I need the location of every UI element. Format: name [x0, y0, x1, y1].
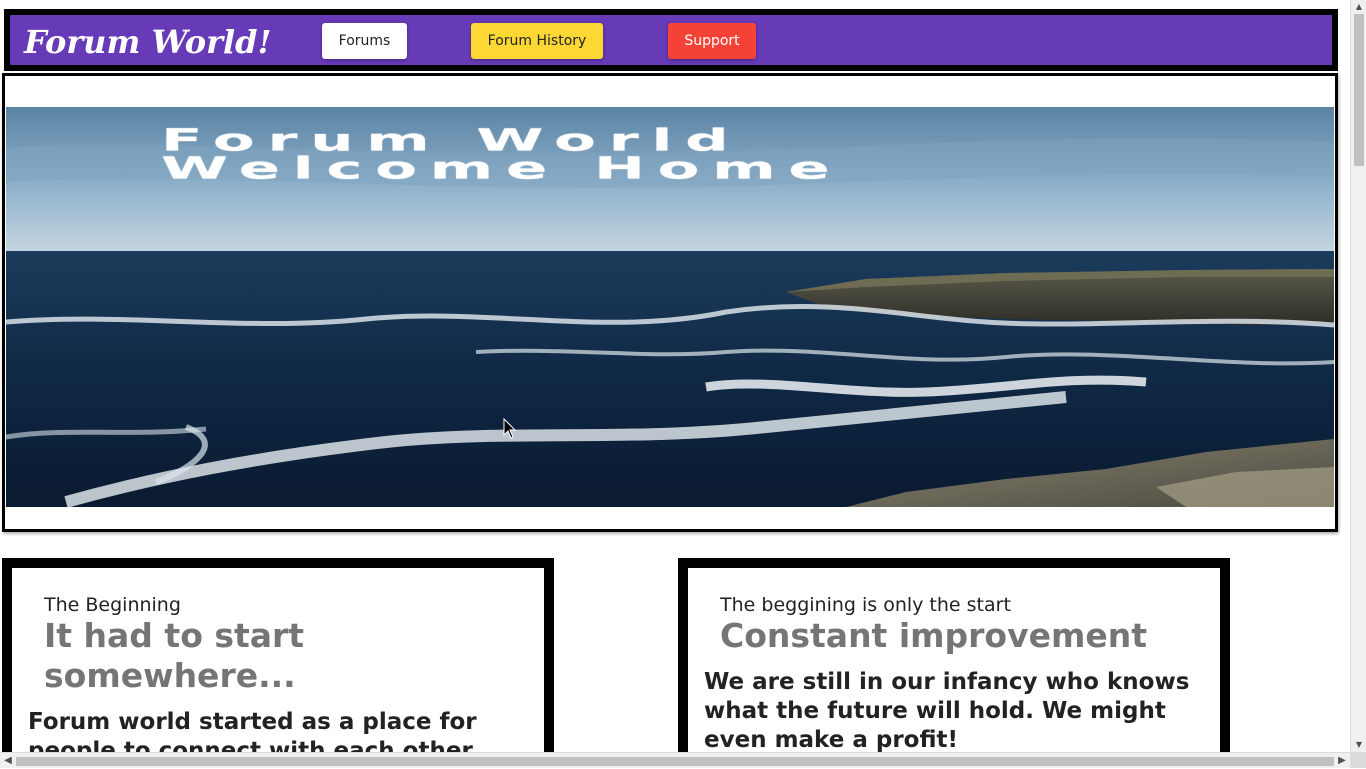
page-viewport: Forum World! Forums Forum History Suppor…: [0, 0, 1350, 752]
vertical-scrollbar[interactable]: ▲ ▼: [1350, 0, 1366, 752]
navbar-inner: Forum World! Forums Forum History Suppor…: [10, 15, 1332, 65]
card-body: We are still in our infancy who knows wh…: [704, 669, 1190, 752]
support-button[interactable]: Support: [668, 23, 756, 59]
card-subtitle: The Beginning: [44, 594, 181, 616]
hero-title-line-1: Forum World: [161, 122, 742, 158]
card-heading: Constant improvement: [720, 616, 1148, 655]
card-subtitle: The beggining is only the start: [720, 594, 1011, 616]
navbar: Forum World! Forums Forum History Suppor…: [4, 9, 1338, 71]
hero-banner-image: Forum World Welcome Home: [6, 107, 1334, 507]
card-improvement: The beggining is only the start Constant…: [678, 558, 1230, 752]
card-inner: The beggining is only the start Constant…: [688, 568, 1220, 752]
hero-frame: Forum World Welcome Home: [2, 73, 1338, 532]
hero-title-line-2: Welcome Home: [161, 150, 843, 186]
forums-button[interactable]: Forums: [322, 23, 407, 59]
card-beginning: The Beginning It had to start somewhere.…: [2, 558, 554, 752]
horizontal-scrollbar[interactable]: ◀ ▶: [0, 752, 1350, 768]
scrollbar-corner: [1350, 752, 1366, 768]
card-inner: The Beginning It had to start somewhere.…: [12, 568, 544, 752]
scroll-right-icon[interactable]: ▶: [1334, 753, 1350, 769]
brand-title[interactable]: Forum World!: [24, 23, 272, 61]
card-body: Forum world started as a place for peopl…: [28, 709, 477, 752]
forum-history-button[interactable]: Forum History: [471, 23, 603, 59]
vertical-scroll-thumb[interactable]: [1354, 14, 1364, 166]
scroll-up-icon[interactable]: ▲: [1351, 0, 1366, 14]
scroll-down-icon[interactable]: ▼: [1351, 738, 1366, 752]
horizontal-scroll-thumb[interactable]: [16, 757, 1334, 766]
scroll-left-icon[interactable]: ◀: [0, 753, 16, 769]
mouse-cursor-icon: [503, 418, 517, 439]
card-heading: It had to start somewhere...: [44, 616, 305, 695]
hero-title: Forum World Welcome Home: [161, 122, 843, 186]
